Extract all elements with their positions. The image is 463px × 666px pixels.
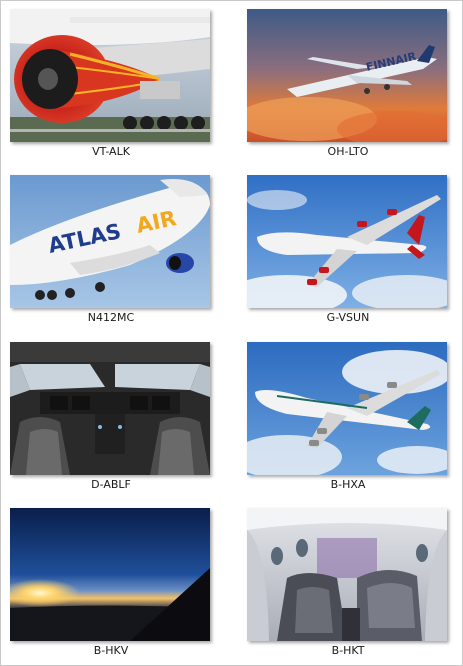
thumbnail-image[interactable] [10, 508, 210, 641]
thumbnail-image[interactable] [247, 175, 447, 308]
thumbnail-item[interactable]: D-ABLF [3, 334, 227, 494]
thumbnail-item[interactable]: B-HKV [3, 500, 227, 660]
thumbnail-label: B-HXA [330, 478, 366, 491]
thumbnail-item[interactable]: FINNAIR OH-LTO [240, 1, 463, 161]
thumbnail-label: G-VSUN [326, 311, 370, 324]
thumbnail-image[interactable]: FINNAIR [247, 9, 447, 142]
thumbnail-label: OH-LTO [327, 145, 369, 158]
thumbnail-image[interactable] [10, 342, 210, 475]
thumbnail-image[interactable] [247, 508, 447, 641]
thumbnail-item[interactable]: B-HKT [240, 500, 463, 660]
thumbnail-label: D-ABLF [91, 478, 131, 491]
thumbnail-label: VT-ALK [92, 145, 130, 158]
thumbnail-item[interactable]: VT-ALK [3, 1, 227, 161]
thumbnail-image[interactable] [10, 9, 210, 142]
thumbnail-gallery: VT-ALK FINNAIR OH-LTO ATLAS AIR N412MC G… [0, 0, 463, 666]
thumbnail-label: B-HKT [331, 644, 365, 657]
thumbnail-label: B-HKV [93, 644, 129, 657]
thumbnail-item[interactable]: ATLAS AIR N412MC [3, 167, 227, 327]
thumbnail-item[interactable]: G-VSUN [240, 167, 463, 327]
thumbnail-image[interactable]: ATLAS AIR [10, 175, 210, 308]
thumbnail-image[interactable] [247, 342, 447, 475]
thumbnail-label: N412MC [87, 311, 135, 324]
thumbnail-item[interactable]: B-HXA [240, 334, 463, 494]
